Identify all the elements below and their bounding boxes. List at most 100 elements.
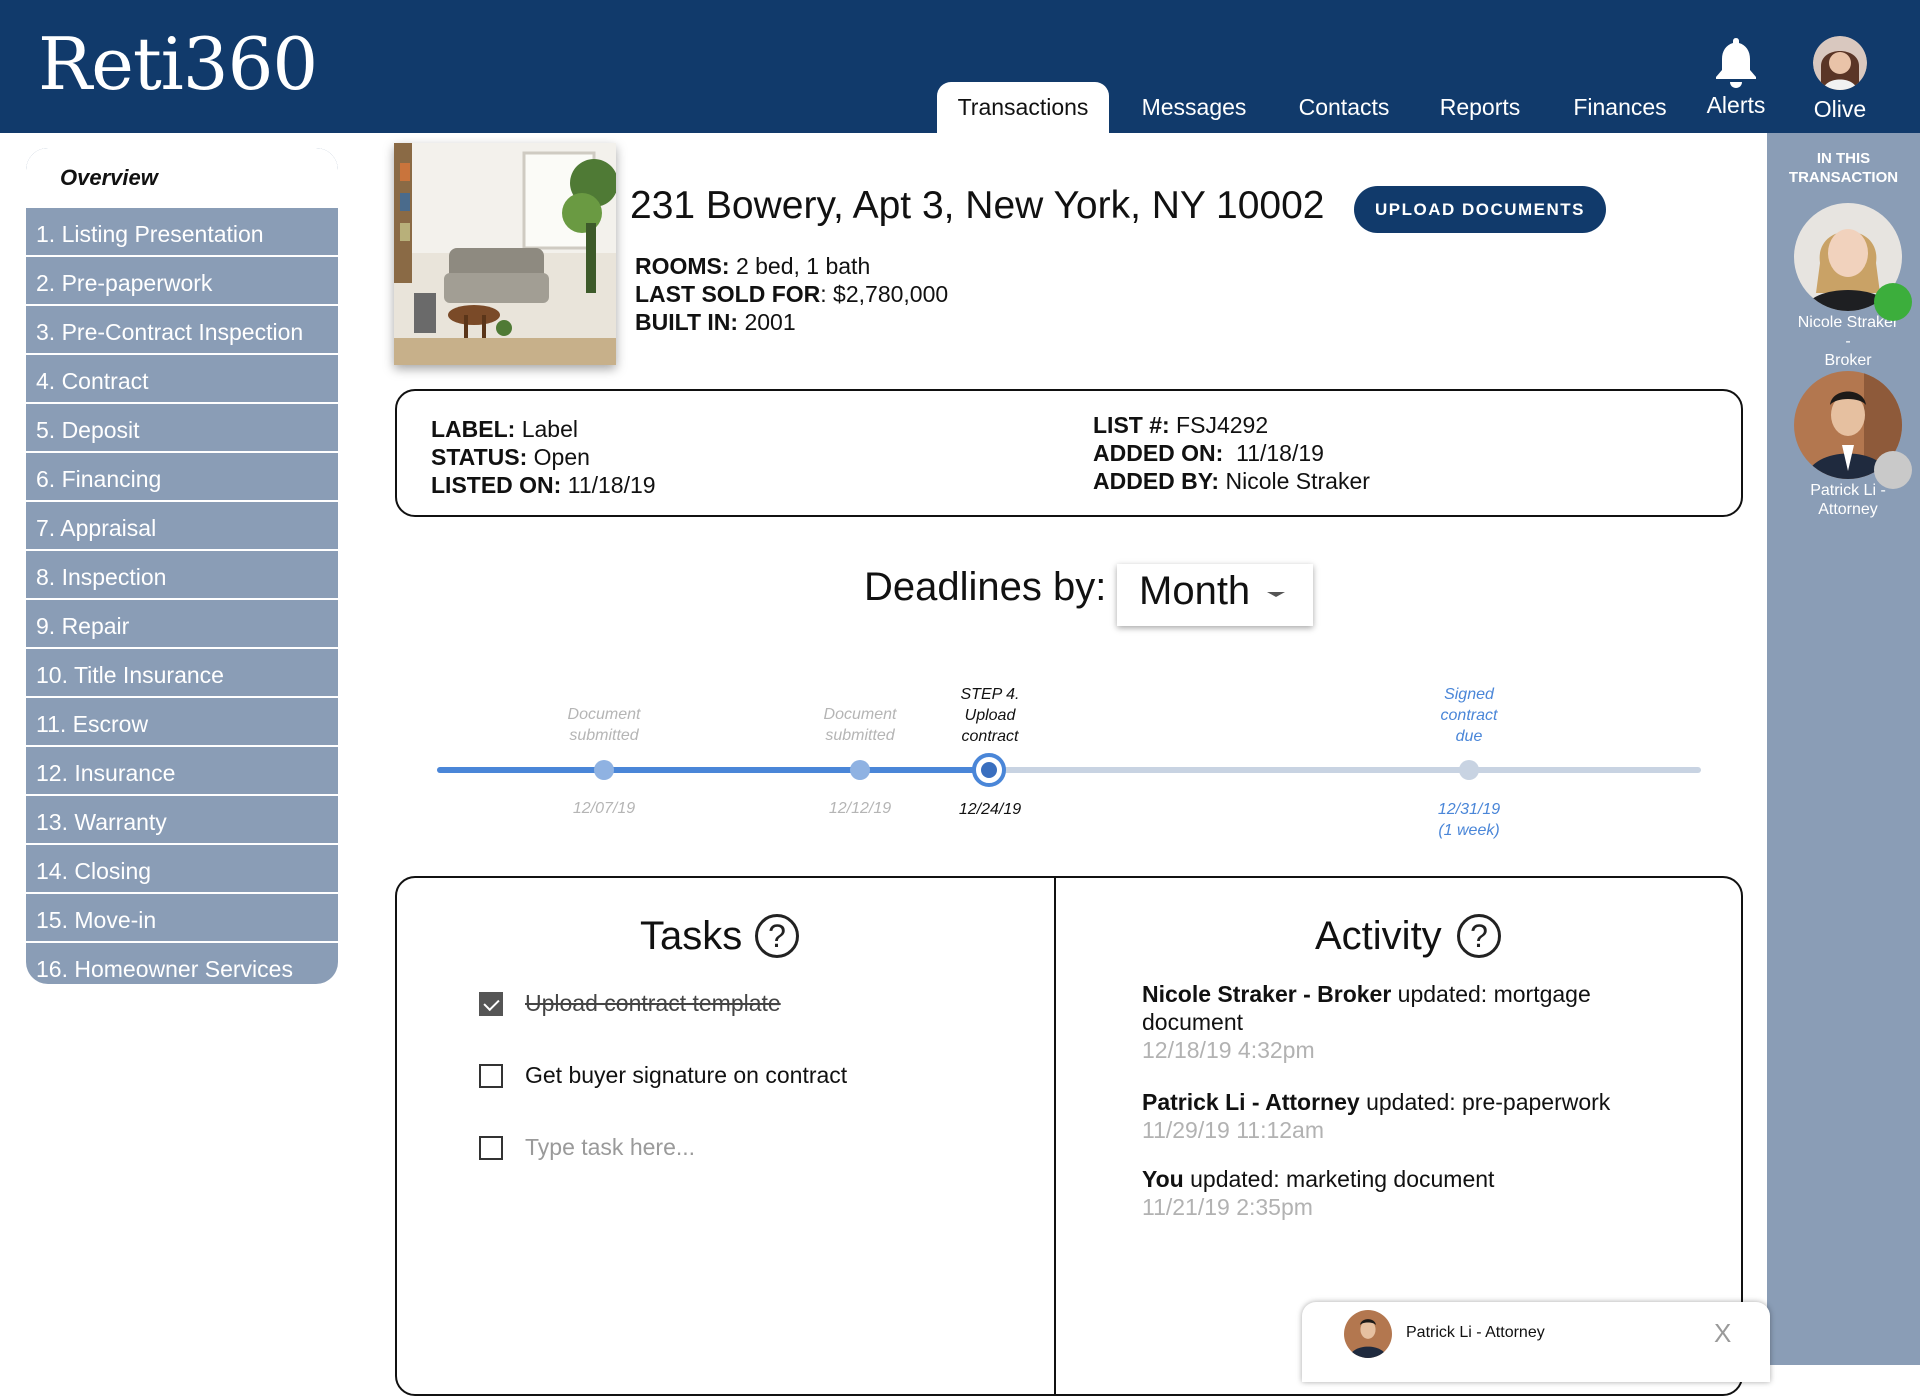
- activity-actor[interactable]: You: [1142, 1166, 1184, 1192]
- label-key: LABEL:: [431, 416, 516, 442]
- alerts-label: Alerts: [1706, 92, 1766, 118]
- listed-on-key: LISTED ON:: [431, 472, 562, 498]
- listed-on-value: 11/18/19: [561, 472, 656, 498]
- activity-action: updated: pre-paperwork: [1359, 1089, 1611, 1115]
- participant-card[interactable]: Nicole Straker - Broker: [1794, 203, 1912, 370]
- activity-time: 11/29/19 11:12am: [1142, 1117, 1325, 1143]
- chat-popup[interactable]: Patrick Li - Attorney X: [1302, 1302, 1770, 1382]
- tab-finances[interactable]: Finances: [1564, 82, 1676, 133]
- sidebar-item-appraisal[interactable]: 7. Appraisal: [26, 500, 338, 549]
- activity-title: Activity: [1315, 914, 1442, 958]
- sidebar-overview[interactable]: Overview: [26, 148, 338, 206]
- sidebar-item-closing[interactable]: 14. Closing: [26, 843, 338, 892]
- sidebar-item-repair[interactable]: 9. Repair: [26, 598, 338, 647]
- sidebar-item-listing-presentation[interactable]: 1. Listing Presentation: [26, 206, 338, 255]
- built-in-label: BUILT IN:: [635, 309, 739, 335]
- deadlines-label: Deadlines by:: [864, 565, 1107, 609]
- tab-messages[interactable]: Messages: [1130, 82, 1258, 133]
- built-in-value: 2001: [738, 309, 796, 335]
- app-logo[interactable]: Reti360: [38, 22, 318, 106]
- last-sold-label: LAST SOLD FOR: [635, 281, 821, 307]
- alerts-button[interactable]: Alerts: [1700, 36, 1772, 119]
- new-task-input[interactable]: [525, 1134, 885, 1161]
- sidebar-item-escrow[interactable]: 11. Escrow: [26, 696, 338, 745]
- sidebar-item-warranty[interactable]: 13. Warranty: [26, 794, 338, 843]
- added-on-value: 11/18/19: [1223, 440, 1324, 466]
- timeline-step-label-1: Document submitted: [567, 706, 641, 744]
- avatar: [1813, 36, 1867, 90]
- timeline-step-dot-4[interactable]: [1459, 760, 1479, 780]
- task-checkbox[interactable]: [479, 1063, 503, 1088]
- timeline-step-dot-current[interactable]: [972, 753, 1006, 787]
- activity-time: 12/18/19 4:32pm: [1142, 1037, 1315, 1063]
- deadlines-period-select[interactable]: Month: [1117, 564, 1313, 626]
- activity-actor[interactable]: Patrick Li - Attorney: [1142, 1089, 1360, 1115]
- status-value: Open: [527, 444, 590, 470]
- timeline-step-dot-1[interactable]: [594, 760, 614, 780]
- sidebar-item-inspection[interactable]: 8. Inspection: [26, 549, 338, 598]
- timeline-step-dot-2[interactable]: [850, 760, 870, 780]
- activity-actor[interactable]: Nicole Straker - Broker: [1142, 981, 1391, 1007]
- tasks-title: Tasks: [640, 914, 743, 958]
- profile-menu[interactable]: Olive: [1808, 36, 1872, 123]
- listing-info-box: LABEL: Label STATUS: Open LISTED ON: 11/…: [395, 389, 1743, 517]
- timeline-step-label-current: STEP 4. Upload contract: [960, 686, 1020, 745]
- rooms-label: ROOMS:: [635, 253, 730, 279]
- sidebar-item-financing[interactable]: 6. Financing: [26, 451, 338, 500]
- timeline-step-date-1: 12/07/19: [572, 800, 636, 817]
- task-item: Get buyer signature on contract: [479, 1062, 847, 1089]
- list-number-key: LIST #:: [1093, 412, 1170, 438]
- added-by-key: ADDED BY:: [1093, 468, 1220, 494]
- property-facts: ROOMS: 2 bed, 1 bath LAST SOLD FOR: $2,7…: [635, 252, 948, 336]
- added-on-key: ADDED ON:: [1093, 440, 1224, 466]
- timeline-step-date-2: 12/12/19: [828, 800, 892, 817]
- rooms-value: 2 bed, 1 bath: [729, 253, 871, 279]
- top-header: Reti360 Transactions Messages Contacts R…: [0, 0, 1920, 133]
- sidebar-item-homeowner-services[interactable]: 16. Homeowner Services: [26, 941, 338, 984]
- activity-help-icon[interactable]: ?: [1457, 914, 1501, 958]
- tasks-help-icon[interactable]: ?: [755, 914, 799, 958]
- avatar: [1344, 1310, 1392, 1358]
- tab-transactions[interactable]: Transactions: [937, 82, 1109, 133]
- upload-documents-button[interactable]: UPLOAD DOCUMENTS: [1354, 186, 1606, 233]
- profile-name: Olive: [1813, 96, 1867, 122]
- activity-action: updated: marketing document: [1183, 1166, 1495, 1192]
- steps-sidebar: Overview 1. Listing Presentation 2. Pre-…: [26, 148, 338, 984]
- sidebar-item-title-insurance[interactable]: 10. Title Insurance: [26, 647, 338, 696]
- task-text: Upload contract template: [525, 990, 781, 1016]
- last-sold-value: : $2,780,000: [820, 281, 949, 307]
- label-value: Label: [515, 416, 578, 442]
- activity-time: 11/21/19 2:35pm: [1142, 1194, 1313, 1220]
- new-task-row: [479, 1134, 885, 1161]
- sidebar-item-pre-contract-inspection[interactable]: 3. Pre-Contract Inspection: [26, 304, 338, 353]
- tab-reports[interactable]: Reports: [1424, 82, 1536, 133]
- close-icon[interactable]: X: [1714, 1318, 1731, 1349]
- list-number-value: FSJ4292: [1169, 412, 1269, 438]
- sidebar-item-deposit[interactable]: 5. Deposit: [26, 402, 338, 451]
- timeline-step-label-2: Document submitted: [823, 706, 897, 744]
- timeline-step-dot-current-inner: [981, 762, 997, 778]
- sidebar-item-insurance[interactable]: 12. Insurance: [26, 745, 338, 794]
- panel-divider: [1054, 878, 1056, 1394]
- online-status-indicator: [1874, 283, 1912, 321]
- bell-icon: [1716, 38, 1756, 88]
- task-checkbox-checked[interactable]: [479, 991, 503, 1016]
- activity-entry: Patrick Li - Attorney updated: pre-paper…: [1142, 1088, 1662, 1144]
- chat-contact-name: Patrick Li - Attorney: [1406, 1324, 1545, 1341]
- timeline-step-label-4: Signed contract due: [1440, 686, 1498, 745]
- task-item: Upload contract template: [479, 990, 781, 1017]
- offline-status-indicator: [1874, 451, 1912, 489]
- participant-name: Nicole Straker - Broker: [1797, 314, 1899, 369]
- sidebar-item-move-in[interactable]: 15. Move-in: [26, 892, 338, 941]
- deadlines-period-value: Month: [1139, 569, 1251, 613]
- sidebar-item-pre-paperwork[interactable]: 2. Pre-paperwork: [26, 255, 338, 304]
- caret-down-icon: [1267, 592, 1285, 597]
- property-photo: [394, 143, 618, 365]
- rail-title: IN THIS TRANSACTION: [1788, 150, 1899, 186]
- transaction-participants-rail: IN THIS TRANSACTION Nicole Straker - Broke…: [1767, 133, 1920, 1365]
- sidebar-item-contract[interactable]: 4. Contract: [26, 353, 338, 402]
- tab-contacts[interactable]: Contacts: [1280, 82, 1408, 133]
- participant-card[interactable]: Patrick Li - Attorney: [1794, 371, 1912, 519]
- task-checkbox[interactable]: [479, 1135, 503, 1160]
- timeline-step-date-4: 12/31/19 (1 week): [1437, 801, 1501, 839]
